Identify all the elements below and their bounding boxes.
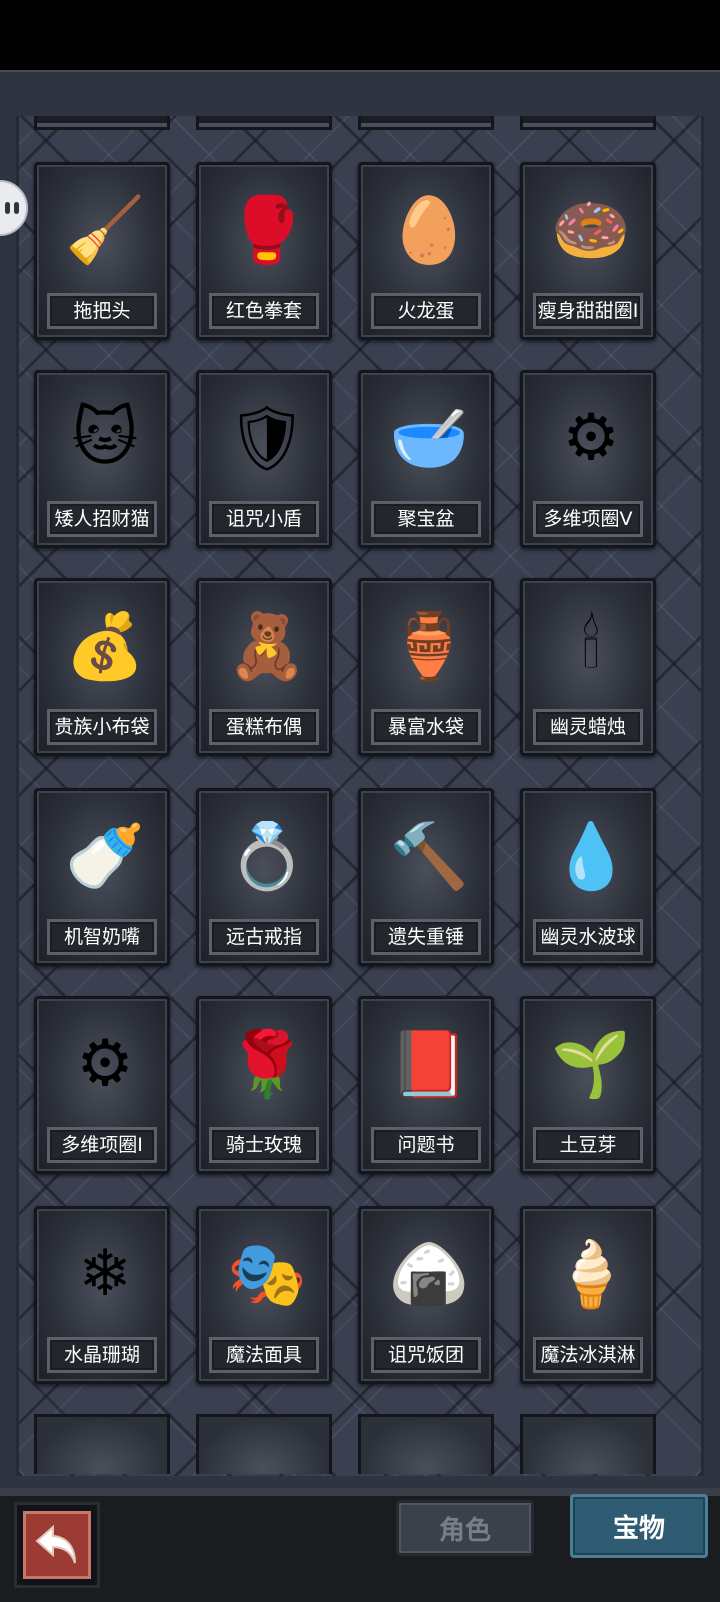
treasure-name: 远古戒指 bbox=[209, 919, 319, 955]
treasure-card[interactable]: 🥚 火龙蛋 bbox=[358, 162, 494, 340]
cloth-pouch-icon: 💰 bbox=[65, 609, 145, 684]
pacifier-icon: 🍼 bbox=[65, 819, 145, 894]
treasure-card[interactable]: 🧸 蛋糕布偶 bbox=[196, 578, 332, 756]
treasure-card[interactable]: 🥊 红色拳套 bbox=[196, 162, 332, 340]
magic-mask-icon: 🎭 bbox=[227, 1237, 307, 1312]
treasure-name: 诅咒小盾 bbox=[209, 501, 319, 537]
fire-dragon-egg-icon: 🥚 bbox=[389, 193, 469, 268]
treasure-name: 骑士玫瑰 bbox=[209, 1127, 319, 1163]
treasure-card[interactable]: 🥣 聚宝盆 bbox=[358, 370, 494, 548]
question-book-icon: 📕 bbox=[389, 1027, 469, 1102]
treasure-card[interactable]: 🎭 魔法面具 bbox=[196, 1206, 332, 1384]
return-arrow-icon bbox=[23, 1511, 91, 1579]
treasure-name: 水晶珊瑚 bbox=[47, 1337, 157, 1373]
partial-card[interactable] bbox=[520, 1414, 656, 1474]
treasure-name: 幽灵蜡烛 bbox=[533, 709, 643, 745]
donut-icon: 🍩 bbox=[551, 193, 631, 268]
treasure-card[interactable]: 💰 贵族小布袋 bbox=[34, 578, 170, 756]
back-button[interactable] bbox=[14, 1502, 100, 1588]
treasure-card[interactable]: 🍙 诅咒饭团 bbox=[358, 1206, 494, 1384]
partial-card[interactable] bbox=[196, 1414, 332, 1474]
mop-head-icon: 🧹 bbox=[65, 193, 145, 268]
water-flask-icon: 🏺 bbox=[389, 609, 469, 684]
treasure-name: 暴富水袋 bbox=[371, 709, 481, 745]
pause-icon bbox=[5, 202, 19, 214]
treasure-name: 魔法冰淇淋 bbox=[533, 1337, 643, 1373]
treasure-card[interactable]: 🌱 土豆芽 bbox=[520, 996, 656, 1174]
partial-card bbox=[358, 116, 494, 130]
treasure-name: 多维项圈Ⅴ bbox=[533, 501, 643, 537]
lost-hammer-icon: 🔨 bbox=[389, 819, 469, 894]
treasure-name: 问题书 bbox=[371, 1127, 481, 1163]
tab-role[interactable]: 角色 bbox=[396, 1500, 534, 1556]
treasure-card[interactable]: 💧 幽灵水波球 bbox=[520, 788, 656, 966]
potato-sprout-icon: 🌱 bbox=[551, 1027, 631, 1102]
treasure-panel: 🧹 拖把头 🥊 红色拳套 🥚 火龙蛋 🍩 瘦身甜甜圈Ⅰ 🐱 矮人招财猫 🛡 诅咒小盾 🥣 聚宝盆 ⚙ 多维项圈… bbox=[0, 70, 720, 1488]
treasure-bowl-icon: 🥣 bbox=[389, 401, 469, 476]
treasure-card[interactable]: 🍼 机智奶嘴 bbox=[34, 788, 170, 966]
spiked-collar-icon: ⚙ bbox=[76, 1027, 134, 1101]
treasure-name: 矮人招财猫 bbox=[47, 501, 157, 537]
treasure-card[interactable]: 🌹 骑士玫瑰 bbox=[196, 996, 332, 1174]
status-bar bbox=[0, 0, 720, 70]
partial-card[interactable] bbox=[34, 1414, 170, 1474]
treasure-card[interactable]: 🏺 暴富水袋 bbox=[358, 578, 494, 756]
treasure-card[interactable]: 💍 远古戒指 bbox=[196, 788, 332, 966]
treasure-name: 幽灵水波球 bbox=[533, 919, 643, 955]
partial-card bbox=[34, 116, 170, 130]
treasure-name: 火龙蛋 bbox=[371, 293, 481, 329]
ghost-candle-icon: 🕯 bbox=[581, 609, 601, 683]
treasure-card[interactable]: 🍦 魔法冰淇淋 bbox=[520, 1206, 656, 1384]
treasure-name: 聚宝盆 bbox=[371, 501, 481, 537]
treasure-name: 瘦身甜甜圈Ⅰ bbox=[533, 293, 643, 329]
treasure-card[interactable]: 🐱 矮人招财猫 bbox=[34, 370, 170, 548]
crystal-coral-icon: ❄ bbox=[78, 1237, 132, 1311]
treasure-grid[interactable]: 🧹 拖把头 🥊 红色拳套 🥚 火龙蛋 🍩 瘦身甜甜圈Ⅰ 🐱 矮人招财猫 🛡 诅咒小盾 🥣 聚宝盆 ⚙ 多维项圈… bbox=[16, 116, 704, 1476]
treasure-card[interactable]: 🕯 幽灵蜡烛 bbox=[520, 578, 656, 756]
partial-card[interactable] bbox=[358, 1414, 494, 1474]
treasure-card[interactable]: ⚙ 多维项圈Ⅰ bbox=[34, 996, 170, 1174]
treasure-card[interactable]: ❄ 水晶珊瑚 bbox=[34, 1206, 170, 1384]
treasure-card[interactable]: 🧹 拖把头 bbox=[34, 162, 170, 340]
treasure-name: 多维项圈Ⅰ bbox=[47, 1127, 157, 1163]
water-orb-icon: 💧 bbox=[551, 819, 631, 894]
treasure-card[interactable]: 🛡 诅咒小盾 bbox=[196, 370, 332, 548]
rose-icon: 🌹 bbox=[227, 1027, 307, 1102]
treasure-card[interactable]: 🍩 瘦身甜甜圈Ⅰ bbox=[520, 162, 656, 340]
treasure-name: 土豆芽 bbox=[533, 1127, 643, 1163]
treasure-name: 魔法面具 bbox=[209, 1337, 319, 1373]
treasure-name: 贵族小布袋 bbox=[47, 709, 157, 745]
treasure-name: 拖把头 bbox=[47, 293, 157, 329]
treasure-card[interactable]: 📕 问题书 bbox=[358, 996, 494, 1174]
treasure-name: 红色拳套 bbox=[209, 293, 319, 329]
treasure-name: 遗失重锤 bbox=[371, 919, 481, 955]
treasure-name: 诅咒饭团 bbox=[371, 1337, 481, 1373]
treasure-card[interactable]: ⚙ 多维项圈Ⅴ bbox=[520, 370, 656, 548]
cursed-shield-icon: 🛡 bbox=[226, 401, 308, 476]
lucky-cat-icon: 🐱 bbox=[71, 401, 139, 475]
spiked-collar-icon: ⚙ bbox=[562, 401, 620, 475]
partial-card bbox=[196, 116, 332, 130]
ancient-ring-icon: 💍 bbox=[227, 819, 307, 894]
ice-cream-icon: 🍦 bbox=[551, 1237, 631, 1312]
treasure-name: 蛋糕布偶 bbox=[209, 709, 319, 745]
bottom-nav: 角色 宝物 bbox=[0, 1488, 720, 1602]
tab-treasure[interactable]: 宝物 bbox=[570, 1494, 708, 1558]
rice-ball-icon: 🍙 bbox=[389, 1237, 469, 1312]
red-boxing-glove-icon: 🥊 bbox=[227, 193, 307, 268]
treasure-name: 机智奶嘴 bbox=[47, 919, 157, 955]
partial-card bbox=[520, 116, 656, 130]
voodoo-doll-icon: 🧸 bbox=[227, 609, 307, 684]
treasure-card[interactable]: 🔨 遗失重锤 bbox=[358, 788, 494, 966]
